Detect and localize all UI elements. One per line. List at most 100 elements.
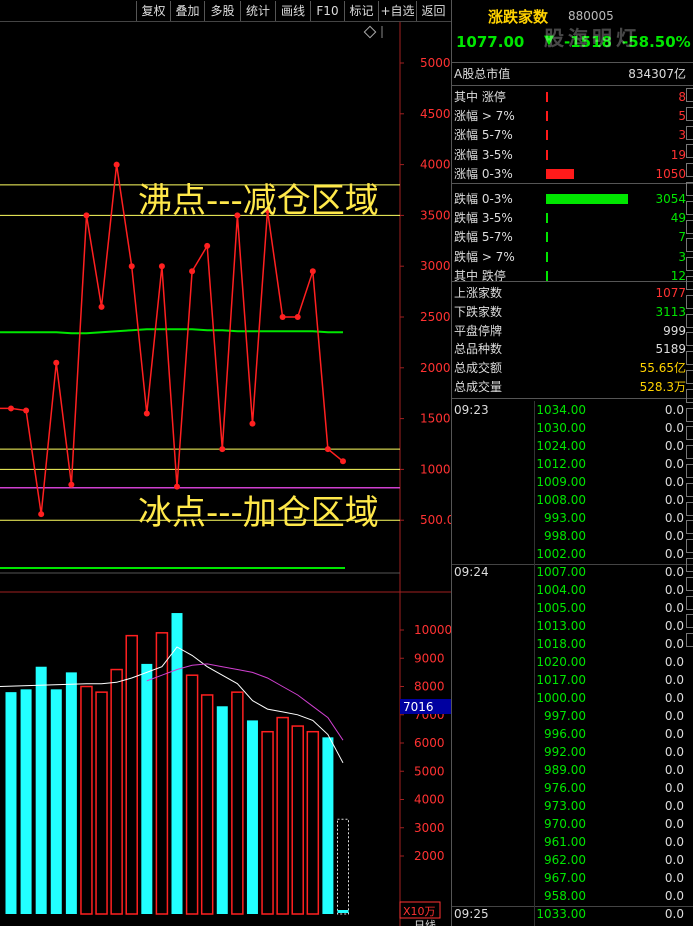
distribution-bar [546, 213, 548, 224]
toolbar-button-1[interactable]: 叠加 [170, 1, 204, 21]
tick-volume: 0.0 [664, 889, 684, 903]
side-button[interactable] [686, 576, 693, 591]
side-button[interactable] [686, 445, 693, 460]
diamond-icon[interactable] [363, 25, 377, 39]
tick-price: 967.00 [544, 871, 586, 885]
tick-row: 1030.00 0.0 [532, 419, 684, 437]
tick-volume: 0.0 [664, 601, 684, 615]
volume-bar-down [141, 663, 153, 914]
distribution-label: 跌幅 0-3% [454, 192, 513, 206]
side-button[interactable] [686, 88, 693, 102]
stat-value: 55.65亿 [639, 361, 686, 376]
tick-price: 1013.00 [536, 619, 586, 633]
side-button[interactable] [686, 595, 693, 610]
distribution-bar [546, 194, 628, 204]
side-button[interactable] [686, 163, 693, 178]
upper-tick-label: 2000 [420, 361, 451, 375]
price-point [98, 303, 105, 310]
distribution-label: 涨幅 > 7% [454, 109, 515, 124]
distribution-value: 7 [678, 230, 686, 245]
toolbar-button-8[interactable]: 返回 [416, 1, 450, 21]
toolbar-button-5[interactable]: F10 [310, 1, 344, 21]
tick-row: 962.00 0.0 [532, 851, 684, 869]
distribution-bar [546, 168, 574, 179]
tick-volume: 0.0 [664, 529, 684, 543]
volume-bar-down [65, 672, 77, 914]
chart-canvas[interactable]: 5000 4500 4000 3500 3000 2500 2000 1500 1000 500.… [0, 22, 454, 926]
toolbar-button-6[interactable]: 标记 [344, 1, 378, 21]
side-button[interactable] [686, 539, 693, 554]
side-button[interactable] [686, 257, 693, 272]
market-cap-label: A股总市值 [454, 67, 511, 81]
panel-code: 880005 [568, 9, 614, 23]
toolbar-button-7[interactable]: +自选 [378, 1, 416, 21]
boil-point-label: 沸点---减仓区域 [138, 181, 379, 221]
side-button[interactable] [686, 144, 693, 159]
toolbar-button-2[interactable]: 多股 [204, 1, 240, 21]
tick-volume: 0.0 [664, 907, 684, 921]
distribution-row: 其中 涨停 8 [454, 88, 686, 106]
side-button[interactable] [686, 200, 693, 215]
side-button[interactable] [686, 614, 693, 629]
panel-title: 涨跌家数 [488, 8, 549, 26]
volume-bar-up [261, 730, 274, 915]
distribution-label: 跌幅 3-5% [454, 211, 513, 226]
stat-label: 上涨家数 [454, 286, 503, 300]
side-button[interactable] [686, 106, 693, 121]
volume-bar-down [246, 720, 258, 914]
market-cap-value: 834307亿 [628, 67, 686, 81]
volume-bar-down [35, 666, 47, 914]
price-point [113, 161, 120, 168]
volume-bar-up [95, 691, 108, 915]
toolbar-button-0[interactable]: 复权 [136, 1, 170, 21]
side-button[interactable] [686, 520, 693, 535]
side-button[interactable] [686, 388, 693, 403]
main-chart: 5000 4500 4000 3500 3000 2500 2000 1500 1000 500.… [0, 22, 454, 926]
side-button[interactable] [686, 426, 693, 441]
side-button[interactable] [686, 182, 693, 196]
side-button[interactable] [686, 238, 693, 253]
side-button[interactable] [686, 501, 693, 516]
tick-row: 998.00 0.0 [532, 527, 684, 545]
stat-row: 总成交额 55.65亿 [454, 359, 686, 377]
side-button[interactable] [686, 633, 693, 648]
price-point [174, 483, 180, 490]
side-button[interactable] [686, 407, 693, 422]
side-button[interactable] [686, 294, 693, 309]
tick-volume: 0.0 [664, 781, 684, 795]
side-button[interactable] [686, 370, 693, 384]
toolbar-button-3[interactable]: 统计 [240, 1, 275, 21]
side-button[interactable] [686, 219, 693, 234]
lower-tick-label: 2000 [414, 849, 445, 863]
distribution-label: 其中 涨停 [454, 90, 506, 104]
volume-unit: X10万 [403, 905, 436, 918]
tick-volume: 0.0 [664, 799, 684, 813]
distribution-row: 涨幅 0-3% 1050 [454, 165, 686, 183]
ma-line [0, 328, 343, 335]
tick-row: 1008.00 0.0 [532, 491, 684, 509]
side-button[interactable] [686, 332, 693, 347]
distribution-bar [546, 270, 548, 281]
toolbar-button-4[interactable]: 画线 [275, 1, 310, 21]
upper-tick-label: 5000 [420, 56, 451, 70]
tick-row: 1034.00 0.0 [532, 401, 684, 419]
tick-price: 1017.00 [536, 673, 586, 687]
divider [452, 281, 693, 282]
side-button[interactable] [686, 351, 693, 366]
side-button[interactable] [686, 276, 693, 290]
volume-bar-up [231, 691, 244, 915]
distribution-row: 涨幅 5-7% 3 [454, 126, 686, 144]
tick-volume: 0.0 [664, 403, 684, 417]
side-button[interactable] [686, 482, 693, 497]
tick-volume: 0.0 [664, 475, 684, 489]
distribution-value: 5 [678, 109, 686, 124]
side-button[interactable] [686, 125, 693, 140]
side-button[interactable] [686, 558, 693, 572]
tick-volume: 0.0 [664, 871, 684, 885]
side-button[interactable] [686, 313, 693, 328]
tick-price: 1018.00 [536, 637, 586, 651]
tick-row: 997.00 0.0 [532, 707, 684, 725]
side-button[interactable] [686, 464, 693, 478]
upper-tick-label: 4000 [420, 158, 451, 172]
upper-tick-label: 2500 [420, 310, 451, 324]
